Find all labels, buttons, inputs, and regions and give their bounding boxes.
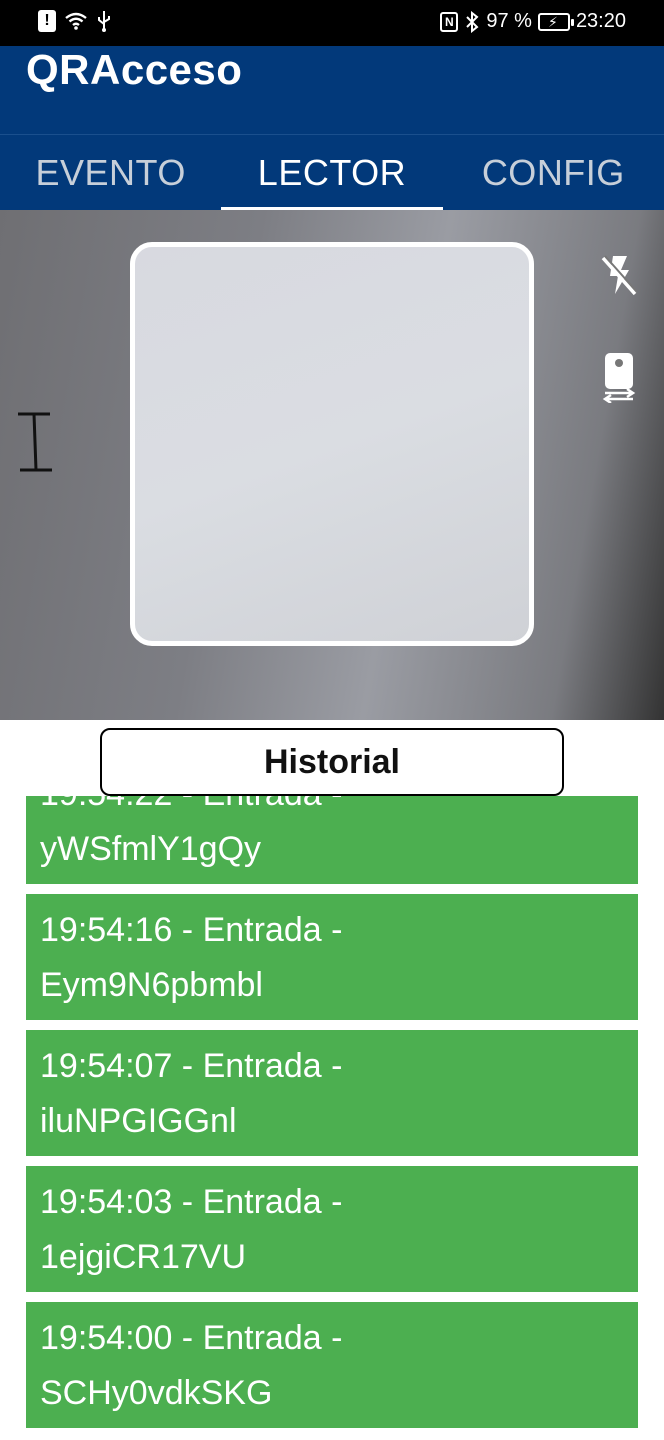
historial-header: Historial [100,728,564,796]
historial-item-code: yWSfmlY1gQy [40,830,262,868]
historial-item-time-type: 19:54:07 - Entrada - [40,1047,343,1085]
historial-item-code: Eym9N6pbmbl [40,966,263,1004]
status-bar: ! N 97 % ⚡ 23:20 [0,0,664,46]
wifi-icon [64,11,88,31]
scan-frame [130,242,534,646]
battery-percent: 97 % [486,10,532,32]
clock: 23:20 [575,10,626,32]
historial-item-time-type: 19:54:16 - Entrada - [40,911,343,949]
historial-item[interactable]: 19:54:16 - Entrada - Eym9N6pbmbl [26,894,638,1020]
tab-evento[interactable]: EVENTO [0,135,221,210]
tab-bar: EVENTO LECTOR CONFIG [0,134,664,210]
nfc-icon: N [440,11,459,32]
historial-item[interactable]: 19:54:00 - Entrada - SCHy0vdkSKG [26,1302,638,1428]
historial-item-time-type: 19:54:03 - Entrada - [40,1183,343,1221]
historial-list[interactable]: 19:54:22 - Entrada - yWSfmlY1gQy 19:54:1… [0,796,664,1440]
historial-item[interactable]: 19:54:22 - Entrada - yWSfmlY1gQy [26,796,638,884]
historial-item[interactable]: 19:54:07 - Entrada - iluNPGIGGnl [26,1030,638,1156]
tab-config[interactable]: CONFIG [443,135,664,210]
text-cursor-mark [18,412,52,472]
battery-charging-icon: ⚡ [537,12,574,31]
historial-item-code: SCHy0vdkSKG [40,1374,273,1412]
status-bar-left: ! [38,10,112,32]
historial-item-code: 1ejgiCR17VU [40,1238,246,1276]
historial-item[interactable]: 19:54:03 - Entrada - 1ejgiCR17VU [26,1166,638,1292]
camera-preview[interactable] [0,210,664,720]
alert-icon: ! [38,10,56,32]
flash-off-icon[interactable] [596,250,642,300]
switch-camera-icon[interactable] [596,352,642,403]
bluetooth-icon [464,10,480,33]
app-title: QRAcceso [26,46,243,93]
historial-item-time-type: 19:54:00 - Entrada - [40,1319,343,1357]
tab-lector[interactable]: LECTOR [221,135,443,210]
historial-item-code: iluNPGIGGnl [40,1102,237,1140]
app-bar: QRAcceso [0,46,664,134]
status-bar-right: N 97 % ⚡ 23:20 [440,10,626,33]
usb-icon [96,10,112,32]
historial-item-time-type: 19:54:22 - Entrada - [40,796,624,822]
